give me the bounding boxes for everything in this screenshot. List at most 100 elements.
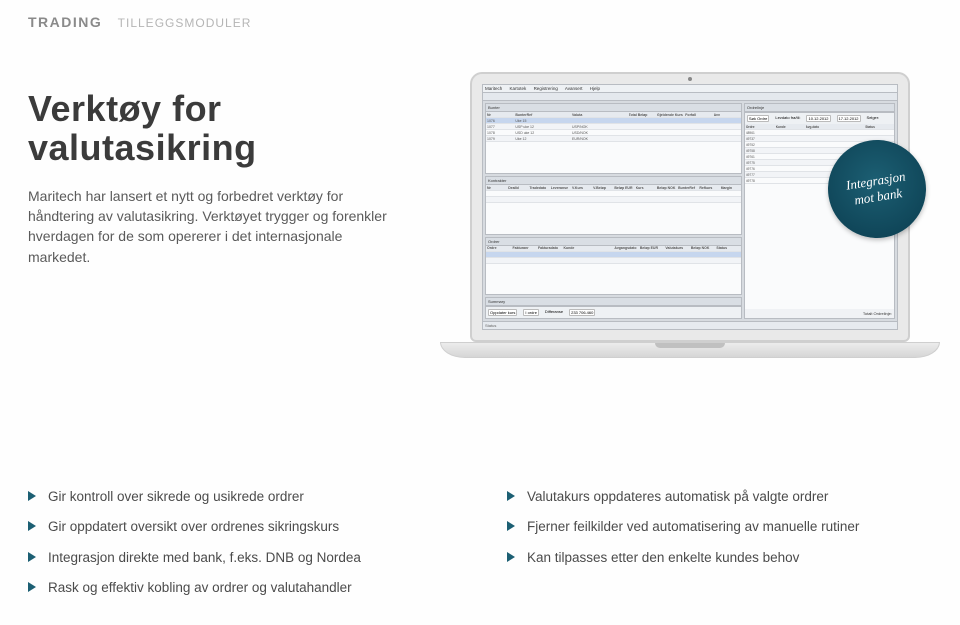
column-header: Leveranse: [551, 186, 570, 190]
feature-columns: Gir kontroll over sikrede og usikrede or…: [28, 482, 932, 603]
cell: 49758: [746, 149, 774, 153]
column-header: Tradedato: [529, 186, 548, 190]
column-header: BunterRef: [515, 113, 541, 117]
feature-item: Gir kontroll over sikrede og usikrede or…: [28, 482, 453, 512]
column-header: Beløp NOK: [657, 186, 676, 190]
column-header: Total Beløp: [629, 113, 655, 117]
cell: 49737: [746, 137, 774, 141]
column-header: Nr: [487, 186, 506, 190]
cell: 49777: [746, 173, 774, 177]
cell: 1076: [487, 119, 513, 123]
cell: Uke 12: [515, 137, 541, 141]
feature-item: Gir oppdatert oversikt over ordrenes sik…: [28, 512, 453, 542]
filter-val: 10.12.2012: [806, 115, 830, 122]
feature-item: Integrasjon direkte med bank, f.eks. DNB…: [28, 543, 453, 573]
filter-btn: Søk Ordre: [747, 115, 769, 122]
summary-value: 233 706.460: [569, 309, 595, 316]
summary-btn: I ordre: [523, 309, 539, 316]
column-header: Valuta: [572, 113, 598, 117]
cell: 48961: [746, 131, 774, 135]
feature-item: Valutakurs oppdateres automatisk på valg…: [507, 482, 932, 512]
cell: 49778: [746, 179, 774, 183]
summary-label: Differanse: [545, 309, 563, 316]
column-header: Status: [716, 246, 739, 250]
app-menubar: Maritech Kartotek Registrering Avansert …: [483, 85, 897, 93]
table-row: [486, 258, 741, 264]
panel-title-bunter: Bunter: [486, 104, 741, 112]
kontrakter-grid: NrDealIdTradedatoLeveranseV.KursV.BeløpB…: [486, 185, 741, 233]
column-header: Avgangsdato: [614, 246, 637, 250]
menu-item: Hjelp: [590, 86, 600, 91]
column-header: Nr: [487, 113, 513, 117]
column-header: Ordre: [487, 246, 510, 250]
bunter-grid: NrBunterRef Valuta Total BeløpGjeldende Ku…: [486, 112, 741, 173]
ordrelinje-filters: Søk Ordre Levdato fra/til: 10.12.2012 17…: [745, 112, 894, 124]
column-header: Beløp NOK: [691, 246, 714, 250]
cell: 1079: [487, 137, 513, 141]
breadcrumb: TRADING TILLEGGSMODULER: [28, 14, 251, 30]
page-title: Verktøy for valutasikring: [28, 90, 408, 168]
cell: 49761: [746, 155, 774, 159]
ordrelinje-total: Totalt Ordrelinje:: [745, 309, 894, 318]
column-header: Kunde: [776, 125, 804, 129]
cell: EUR/NOK: [572, 137, 598, 141]
feature-item: Fjerner feilkilder ved automatisering av…: [507, 512, 932, 542]
column-header: Status: [865, 125, 893, 129]
summary-btn: Oppdater kurs: [488, 309, 517, 316]
intro-text: Maritech har lansert et nytt og forbedre…: [28, 186, 408, 267]
filter-label: Selger:: [867, 115, 880, 122]
column-header: Avg.dato: [806, 125, 834, 129]
breadcrumb-sub: TILLEGGSMODULER: [118, 16, 252, 30]
column-header: V.Kurs: [572, 186, 591, 190]
summary-bar: Oppdater kurs I ordre Differanse 233 706…: [486, 306, 741, 318]
cell: 49776: [746, 167, 774, 171]
column-header: Avv: [714, 113, 740, 117]
cell: USD/NOK: [572, 131, 598, 135]
cell: 1078: [487, 131, 513, 135]
menu-item: Avansert: [565, 86, 583, 91]
column-header: Fakturadato: [538, 246, 561, 250]
filter-label: Levdato fra/til:: [775, 115, 800, 122]
column-header: BunterRef: [678, 186, 697, 190]
cell: 49752: [746, 143, 774, 147]
column-header: Forfall: [685, 113, 711, 117]
feature-list-left: Gir kontroll over sikrede og usikrede or…: [28, 482, 453, 603]
filter-val: 17.12.2012: [837, 115, 861, 122]
column-header: Beløp EUR: [640, 246, 663, 250]
cell: 49775: [746, 161, 774, 165]
menu-item: Registrering: [534, 86, 558, 91]
laptop-camera: [688, 77, 692, 81]
column-header: Refkurs: [699, 186, 718, 190]
panel-title-ordrer: Ordrer: [486, 238, 741, 246]
panel-title-summary: Summary: [486, 298, 741, 306]
column-header: Beløp EUR: [614, 186, 633, 190]
panel-title-ordrelinje: Ordrelinje: [745, 104, 894, 112]
cell: USD uke 12: [515, 131, 541, 135]
cell: USP uke 12: [515, 125, 541, 129]
total-label: Totalt Ordrelinje:: [863, 311, 892, 316]
feature-item: Kan tilpasses etter den enkelte kundes b…: [507, 543, 932, 573]
column-header: Gjeldende Kurs: [657, 113, 683, 117]
column-header: DealId: [508, 186, 527, 190]
cell: Uke 15: [515, 119, 541, 123]
column-header: Fakturanr: [512, 246, 535, 250]
column-header: Ordre: [746, 125, 774, 129]
menu-item: Maritech: [485, 86, 502, 91]
column-header: Kunde: [563, 246, 586, 250]
feature-item: Rask og effektiv kobling av ordrer og va…: [28, 573, 453, 603]
feature-list-right: Valutakurs oppdateres automatisk på valg…: [507, 482, 932, 603]
menu-item: Kartotek: [510, 86, 527, 91]
ordrer-grid: OrdreFakturanrFakturadatoKunde Avgangsdat…: [486, 246, 741, 294]
column-header: V.Beløp: [593, 186, 612, 190]
table-row: 1079Uke 12 EUR/NOK: [486, 136, 741, 142]
panel-title-kontrakter: Kontrakter: [486, 177, 741, 185]
column-header: Valutakurs: [665, 246, 688, 250]
table-row: [486, 197, 741, 203]
column-header: Kurs: [636, 186, 655, 190]
cell: USP/NOK: [572, 125, 598, 129]
app-statusbar: Status: [483, 321, 897, 329]
cell: 1077: [487, 125, 513, 129]
column-header: Margin: [721, 186, 740, 190]
app-toolbar: [483, 93, 897, 101]
breadcrumb-main: TRADING: [28, 14, 102, 30]
